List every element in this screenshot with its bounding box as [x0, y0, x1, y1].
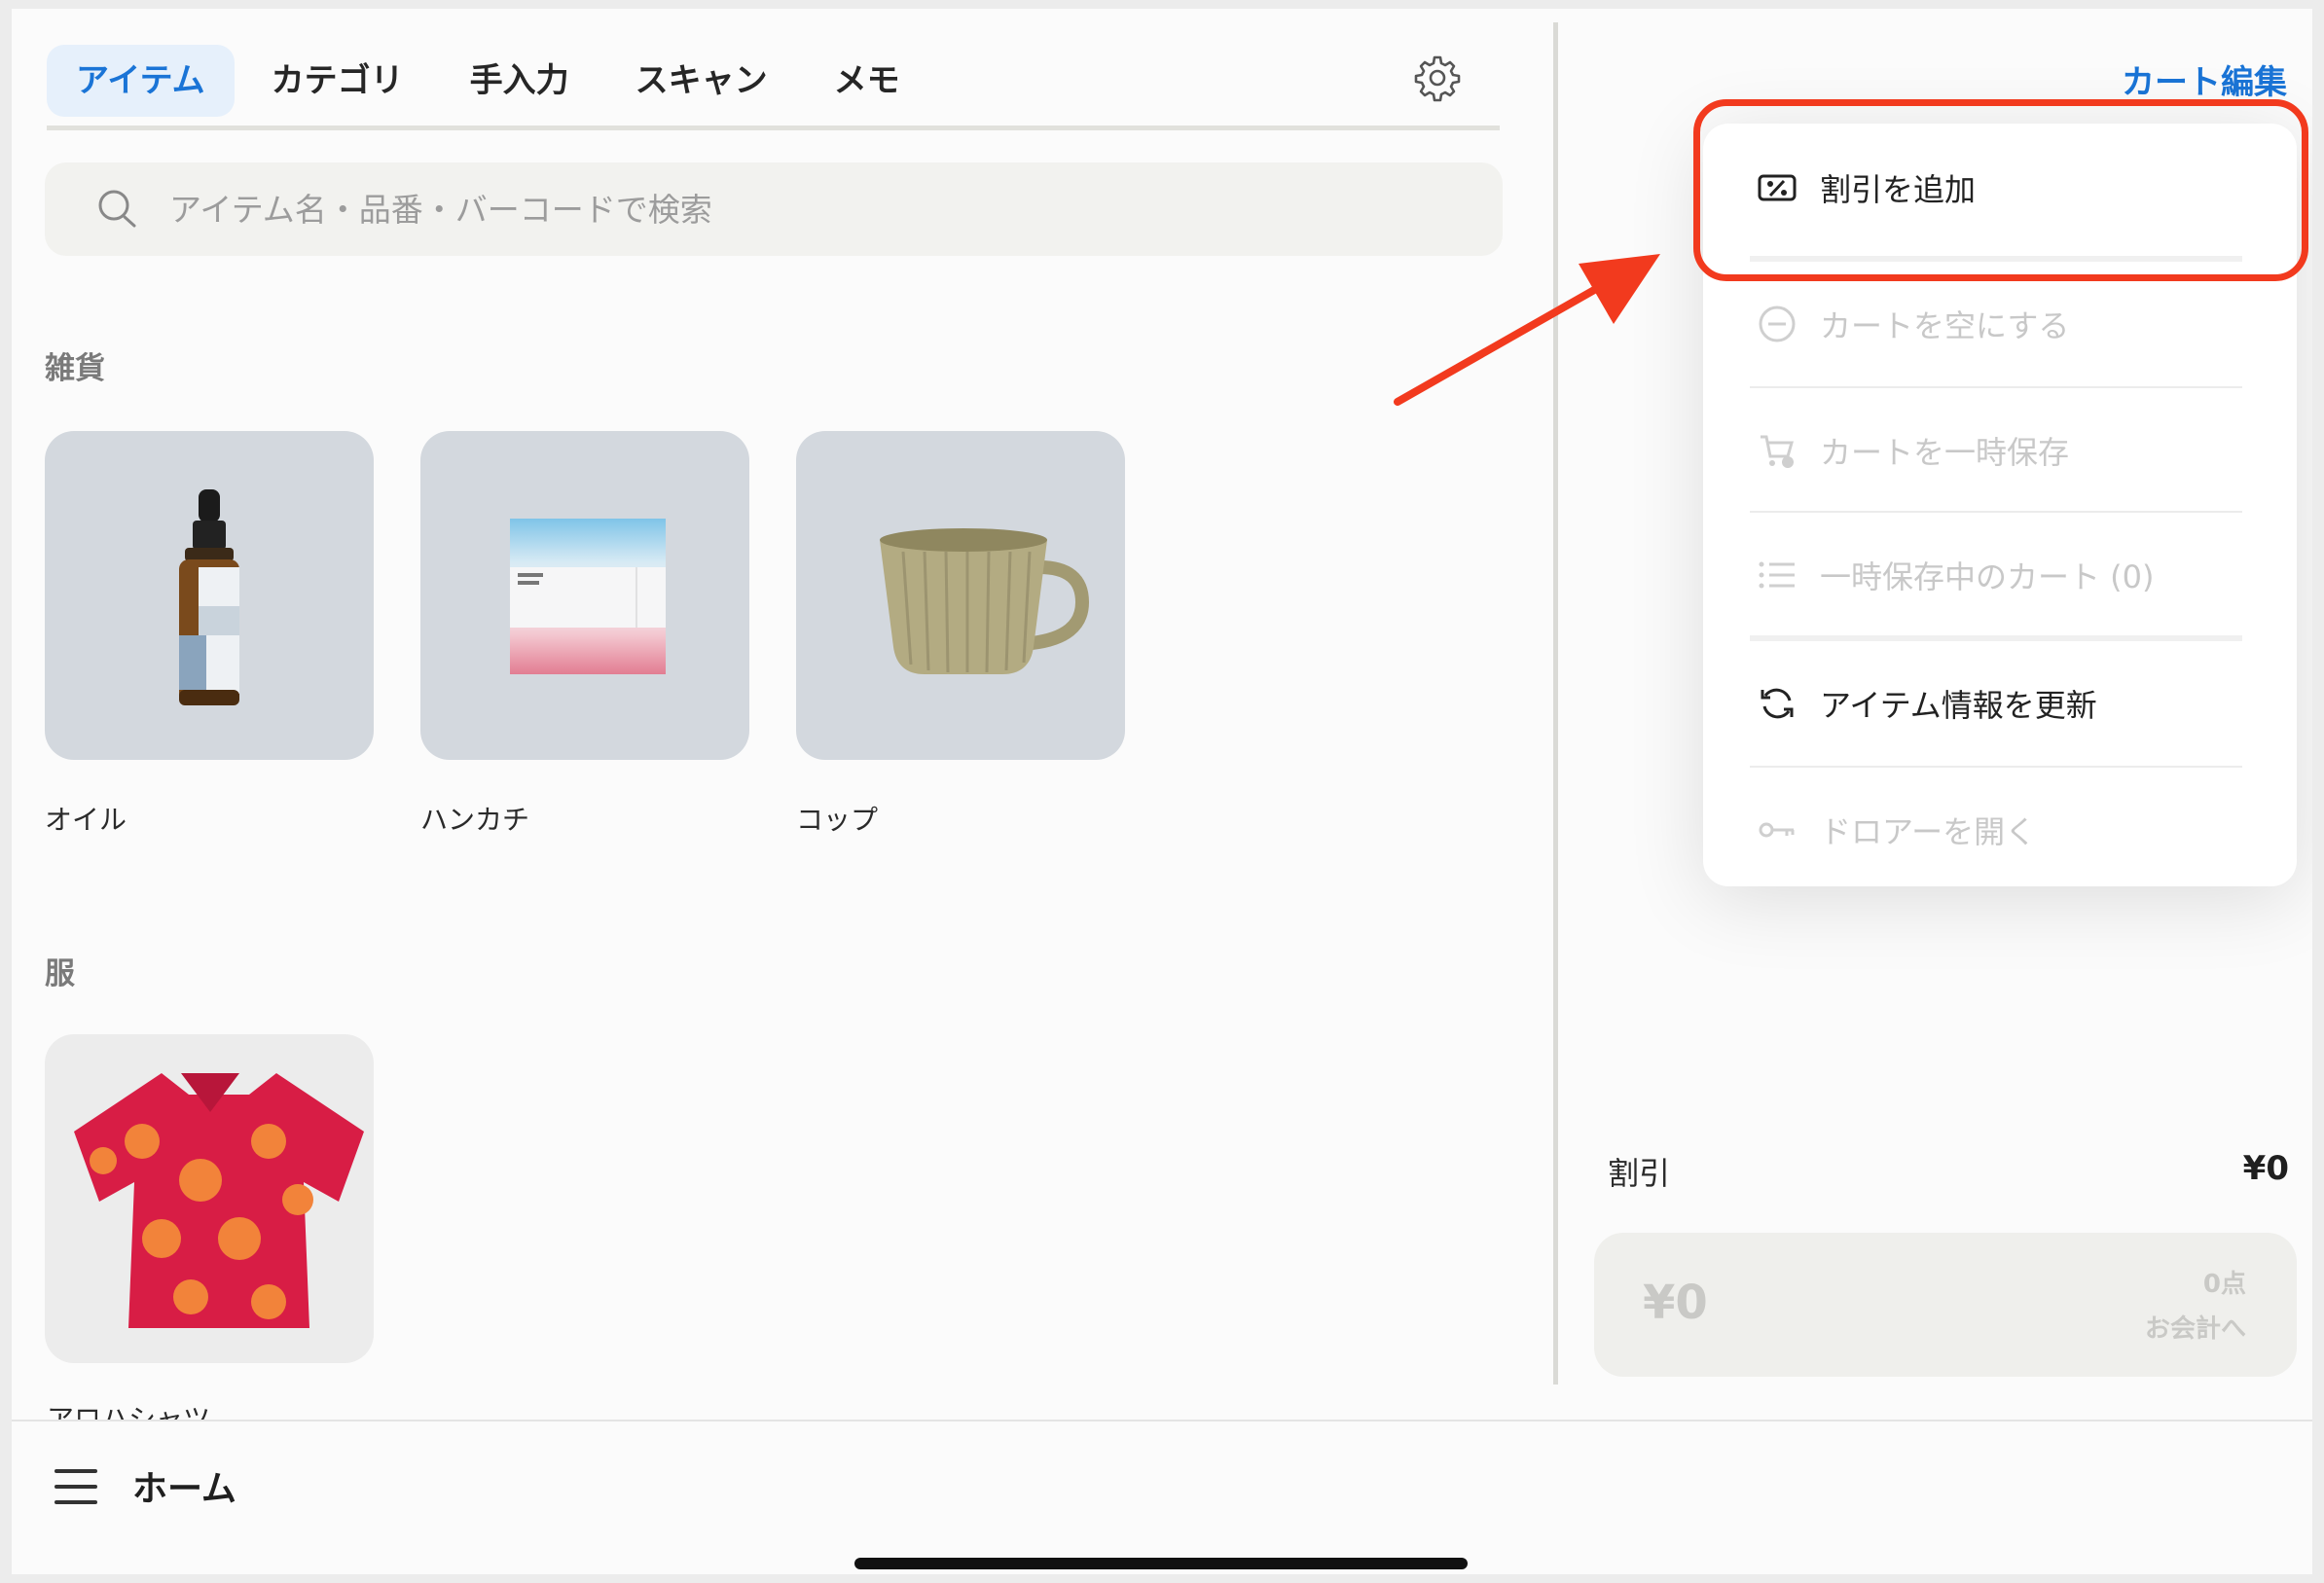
discount-row: 割引 ¥0 [1608, 1149, 2289, 1198]
tab-memo[interactable]: メモ [805, 45, 929, 117]
page-title: ホーム [132, 1469, 236, 1509]
item-card-cup[interactable] [796, 431, 1125, 760]
menu-item-label: アイテム情報を更新 [1820, 687, 2097, 724]
menu-item-label: カートを一時保存 [1820, 434, 2070, 471]
search-icon [98, 190, 136, 228]
menu-item-label: 一時保存中のカート (0) [1820, 558, 2155, 595]
tab-categories[interactable]: カテゴリ [242, 45, 433, 117]
refresh-icon [1761, 688, 1794, 719]
discount-value: ¥0 [2242, 1149, 2289, 1188]
cup-image [880, 528, 1090, 674]
home-indicator[interactable] [854, 1558, 1468, 1569]
gear-icon[interactable] [1413, 54, 1462, 102]
tab-underline [47, 126, 1500, 130]
key-icon [1759, 822, 1795, 838]
checkout-label: お会計へ [2144, 1314, 2246, 1344]
checkout-amount: ¥0 [1643, 1276, 1708, 1330]
search-input[interactable] [167, 189, 1339, 230]
item-label-oil: オイル [45, 804, 127, 836]
arrow-annotation-icon [1394, 254, 1660, 406]
menu-item-saved-carts[interactable]: 一時保存中のカート (0) [1703, 513, 2297, 637]
menu-item-label: ドロアーを開く [1820, 813, 2037, 850]
menu-item-save-cart[interactable]: カートを一時保存 [1703, 388, 2297, 513]
list-icon [1759, 561, 1795, 589]
handkerchief-image [510, 519, 666, 674]
tab-items[interactable]: アイテム [47, 45, 235, 117]
tab-bar: アイテム カテゴリ 手入力 スキャン メモ [47, 40, 937, 122]
checkout-button[interactable]: ¥0 0点 お会計へ [1594, 1233, 2297, 1377]
aloha-shirt-image [74, 1073, 364, 1328]
item-card-aloha-shirt[interactable] [45, 1034, 374, 1363]
section-title-clothes: 服 [45, 956, 75, 991]
hamburger-icon[interactable] [54, 1465, 103, 1508]
item-card-oil[interactable] [45, 431, 374, 760]
menu-item-open-drawer[interactable]: ドロアーを開く [1703, 768, 2297, 892]
item-card-handkerchief[interactable] [420, 431, 749, 760]
oil-bottle-image [179, 489, 239, 705]
tab-scan[interactable]: スキャン [606, 45, 797, 117]
search-bar[interactable] [45, 162, 1503, 256]
item-label-handkerchief: ハンカチ [420, 804, 530, 836]
item-label-cup: コップ [796, 804, 879, 836]
panel-divider [1553, 22, 1558, 1385]
highlight-box [1693, 99, 2308, 281]
app-window: アイテム カテゴリ 手入力 スキャン メモ 雑貨 オイル [12, 9, 2312, 1574]
minus-circle-icon [1759, 306, 1796, 342]
item-label-aloha-shirt: アロハシャツ [47, 1403, 211, 1420]
cart-edit-button[interactable]: カート編集 [2122, 55, 2287, 103]
bottom-bar: ホーム [12, 1421, 2312, 1574]
cart-save-icon [1761, 435, 1794, 468]
menu-item-label: カートを空にする [1820, 307, 2070, 344]
tab-manual-entry[interactable]: 手入力 [441, 45, 599, 117]
discount-label: 割引 [1608, 1155, 1671, 1192]
checkout-count: 0点 [2202, 1270, 2246, 1299]
section-title-goods: 雑貨 [45, 351, 105, 386]
menu-item-refresh-items[interactable]: アイテム情報を更新 [1703, 641, 2297, 766]
